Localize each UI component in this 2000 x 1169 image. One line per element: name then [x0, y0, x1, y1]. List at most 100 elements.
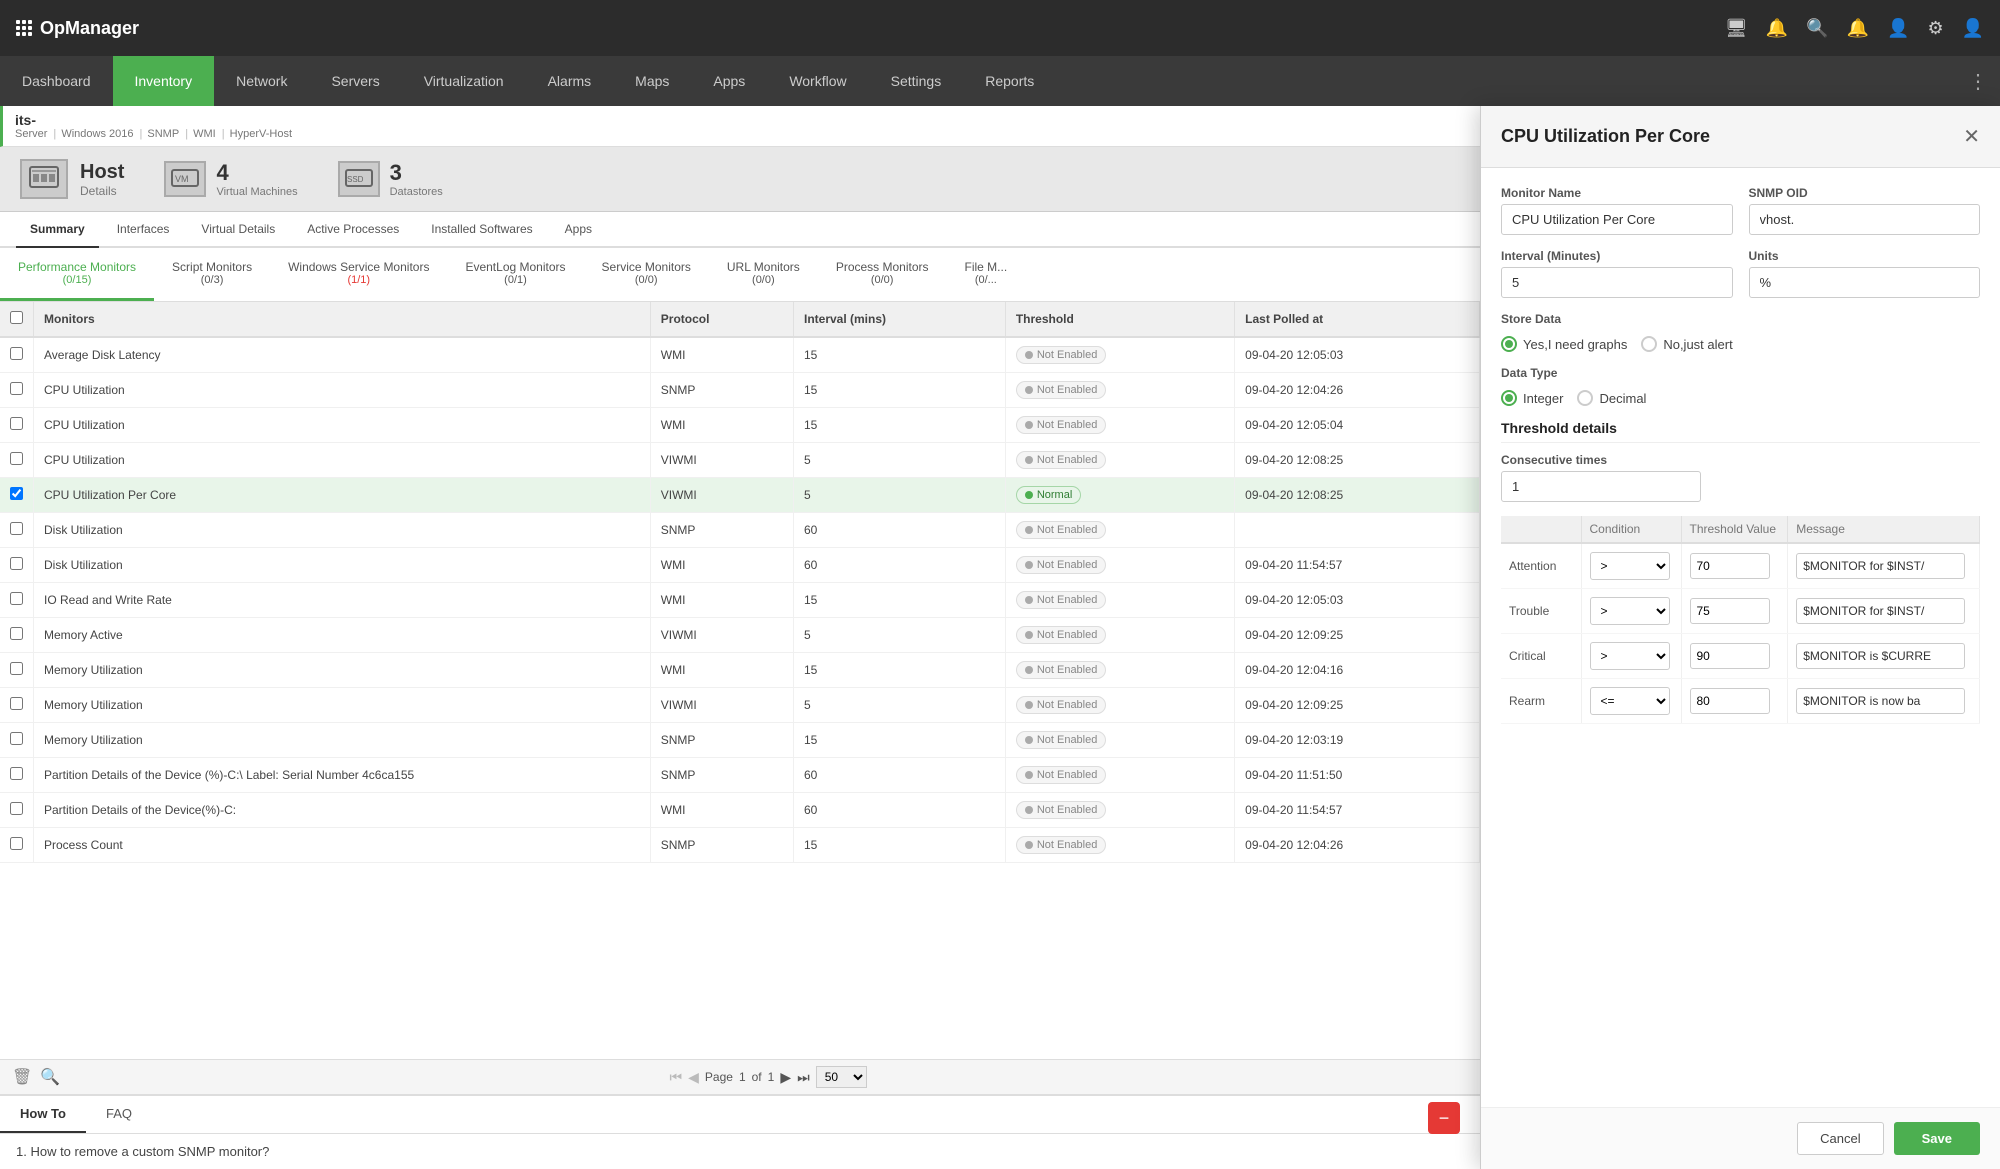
bottom-tab-faq[interactable]: FAQ: [86, 1096, 152, 1133]
nav-item-inventory[interactable]: Inventory: [113, 56, 215, 106]
monitor-tab-performance[interactable]: Performance Monitors (0/15): [0, 248, 154, 301]
threshold-condition-2[interactable]: > >= < <=: [1590, 642, 1670, 670]
row-checkbox[interactable]: [0, 653, 34, 688]
prev-page-btn[interactable]: ◀: [688, 1069, 699, 1086]
nav-more-icon[interactable]: ⋮: [1968, 69, 2000, 94]
collapse-bottom-btn[interactable]: −: [1428, 1102, 1460, 1134]
monitor-tab-file[interactable]: File M... (0/...: [947, 248, 1026, 301]
table-row[interactable]: CPU Utilization WMI 15 Not Enabled 09-04…: [0, 408, 1480, 443]
table-row[interactable]: Memory Utilization VIWMI 5 Not Enabled 0…: [0, 688, 1480, 723]
consecutive-input[interactable]: [1501, 471, 1701, 502]
monitor-tab-eventlog[interactable]: EventLog Monitors (0/1): [447, 248, 583, 301]
nav-item-network[interactable]: Network: [214, 56, 309, 106]
delete-icon[interactable]: 🗑: [12, 1067, 32, 1087]
threshold-condition-3[interactable]: > >= < <=: [1590, 687, 1670, 715]
monitor-name-input[interactable]: [1501, 204, 1733, 235]
snmp-oid-input[interactable]: [1749, 204, 1981, 235]
row-checkbox[interactable]: [0, 478, 34, 513]
row-checkbox[interactable]: [0, 688, 34, 723]
threshold-value-0[interactable]: [1690, 553, 1770, 579]
nav-item-settings[interactable]: Settings: [869, 56, 964, 106]
threshold-msg-0[interactable]: [1796, 553, 1965, 579]
row-checkbox[interactable]: [0, 758, 34, 793]
table-row[interactable]: Disk Utilization WMI 60 Not Enabled 09-0…: [0, 548, 1480, 583]
sub-tab-installed-softwares[interactable]: Installed Softwares: [417, 212, 546, 248]
threshold-msg-3[interactable]: [1796, 688, 1965, 714]
table-row[interactable]: Average Disk Latency WMI 15 Not Enabled …: [0, 337, 1480, 373]
select-all-checkbox[interactable]: [10, 311, 23, 324]
monitor-tab-process[interactable]: Process Monitors (0/0): [818, 248, 947, 301]
integer-radio[interactable]: [1501, 390, 1517, 406]
decimal-option[interactable]: Decimal: [1577, 390, 1646, 406]
row-checkbox[interactable]: [0, 618, 34, 653]
row-checkbox[interactable]: [0, 443, 34, 478]
next-page-btn[interactable]: ▶: [780, 1069, 791, 1086]
monitor-icon[interactable]: 🖥: [1725, 18, 1748, 39]
nav-item-virtualization[interactable]: Virtualization: [402, 56, 526, 106]
row-checkbox[interactable]: [0, 513, 34, 548]
store-no-radio[interactable]: [1641, 336, 1657, 352]
table-row[interactable]: CPU Utilization VIWMI 5 Not Enabled 09-0…: [0, 443, 1480, 478]
bottom-tab-how-to[interactable]: How To: [0, 1096, 86, 1133]
interval-input[interactable]: [1501, 267, 1733, 298]
sub-tab-virtual-details[interactable]: Virtual Details: [187, 212, 289, 248]
store-yes-radio[interactable]: [1501, 336, 1517, 352]
table-row[interactable]: Partition Details of the Device (%)-C:\ …: [0, 758, 1480, 793]
threshold-value-2[interactable]: [1690, 643, 1770, 669]
row-checkbox[interactable]: [0, 723, 34, 758]
nav-item-reports[interactable]: Reports: [963, 56, 1056, 106]
bell-icon[interactable]: 🔔: [1766, 18, 1788, 39]
store-no-option[interactable]: No,just alert: [1641, 336, 1732, 352]
monitor-tab-service[interactable]: Service Monitors (0/0): [584, 248, 709, 301]
nav-item-servers[interactable]: Servers: [309, 56, 401, 106]
table-row[interactable]: Partition Details of the Device(%)-C: WM…: [0, 793, 1480, 828]
row-checkbox[interactable]: [0, 828, 34, 863]
row-checkbox[interactable]: [0, 373, 34, 408]
nav-item-dashboard[interactable]: Dashboard: [0, 56, 113, 106]
threshold-value-1[interactable]: [1690, 598, 1770, 624]
integer-option[interactable]: Integer: [1501, 390, 1563, 406]
threshold-msg-2[interactable]: [1796, 643, 1965, 669]
table-row[interactable]: Memory Utilization SNMP 15 Not Enabled 0…: [0, 723, 1480, 758]
user-circle-icon[interactable]: 👤: [1962, 18, 1984, 39]
threshold-value-3[interactable]: [1690, 688, 1770, 714]
sub-tab-active-processes[interactable]: Active Processes: [293, 212, 413, 248]
settings-icon[interactable]: ⚙: [1927, 18, 1943, 39]
row-checkbox[interactable]: [0, 793, 34, 828]
monitor-tab-windows-service[interactable]: Windows Service Monitors (1/1): [270, 248, 447, 301]
table-row[interactable]: CPU Utilization Per Core VIWMI 5 Normal …: [0, 478, 1480, 513]
table-row[interactable]: Process Count SNMP 15 Not Enabled 09-04-…: [0, 828, 1480, 863]
sub-tab-interfaces[interactable]: Interfaces: [103, 212, 184, 248]
row-checkbox[interactable]: [0, 408, 34, 443]
notification-icon[interactable]: 🔔: [1847, 18, 1869, 39]
threshold-condition-1[interactable]: > >= < <=: [1590, 597, 1670, 625]
units-input[interactable]: [1749, 267, 1981, 298]
table-row[interactable]: CPU Utilization SNMP 15 Not Enabled 09-0…: [0, 373, 1480, 408]
store-yes-option[interactable]: Yes,I need graphs: [1501, 336, 1627, 352]
threshold-condition-0[interactable]: > >= < <=: [1590, 552, 1670, 580]
sub-tab-summary[interactable]: Summary: [16, 212, 99, 248]
per-page-select[interactable]: 50 25 100: [816, 1066, 867, 1088]
table-row[interactable]: Memory Utilization WMI 15 Not Enabled 09…: [0, 653, 1480, 688]
save-button[interactable]: Save: [1894, 1122, 1980, 1155]
search-icon[interactable]: 🔍: [1806, 18, 1828, 39]
sub-tab-apps[interactable]: Apps: [551, 212, 606, 248]
row-checkbox[interactable]: [0, 583, 34, 618]
row-checkbox[interactable]: [0, 548, 34, 583]
person-icon[interactable]: 👤: [1887, 18, 1909, 39]
nav-item-apps[interactable]: Apps: [691, 56, 767, 106]
row-checkbox[interactable]: [0, 337, 34, 373]
nav-item-maps[interactable]: Maps: [613, 56, 691, 106]
table-row[interactable]: Memory Active VIWMI 5 Not Enabled 09-04-…: [0, 618, 1480, 653]
nav-item-alarms[interactable]: Alarms: [526, 56, 614, 106]
monitor-tab-url[interactable]: URL Monitors (0/0): [709, 248, 818, 301]
decimal-radio[interactable]: [1577, 390, 1593, 406]
last-page-btn[interactable]: ⏭: [797, 1069, 810, 1086]
cancel-button[interactable]: Cancel: [1797, 1122, 1883, 1155]
monitor-tab-script[interactable]: Script Monitors (0/3): [154, 248, 270, 301]
table-row[interactable]: IO Read and Write Rate WMI 15 Not Enable…: [0, 583, 1480, 618]
search-table-icon[interactable]: 🔍: [40, 1067, 60, 1087]
table-row[interactable]: Disk Utilization SNMP 60 Not Enabled: [0, 513, 1480, 548]
threshold-msg-1[interactable]: [1796, 598, 1965, 624]
nav-item-workflow[interactable]: Workflow: [767, 56, 868, 106]
